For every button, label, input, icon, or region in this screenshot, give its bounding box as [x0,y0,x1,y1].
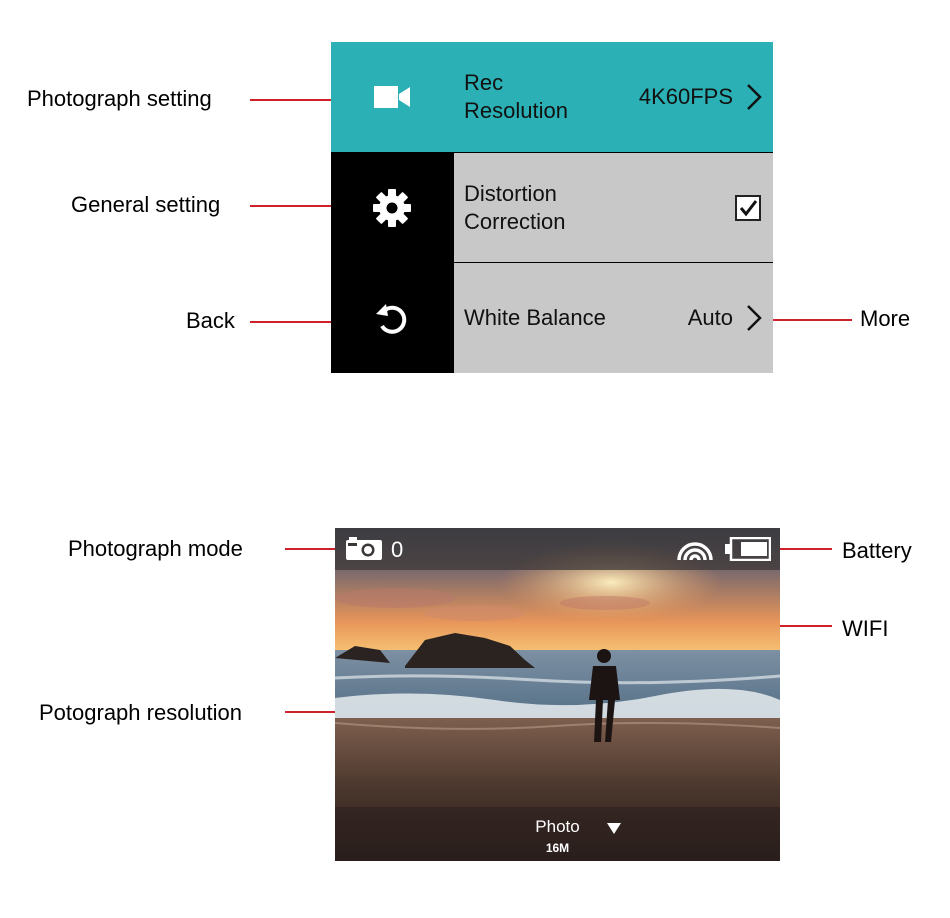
battery-icon [725,537,771,561]
resolution-bar[interactable]: Photo 16M [335,807,780,861]
white-balance-label: White Balance [464,305,606,330]
callout-photograph-mode: Photograph mode [68,536,243,561]
undo-icon [376,304,407,334]
callout-photograph-setting: Photograph setting [27,86,212,111]
wifi-icon [677,542,713,561]
settings-row-distortion-correction[interactable]: Distortion Correction [331,153,773,262]
distortion-correction-label: Distortion Correction [464,180,566,234]
callout-photograph-resolution: Potograph resolution [39,700,243,725]
callout-back: Back [186,308,235,333]
white-balance-cell[interactable]: White Balance Auto [454,263,773,373]
tab-general-setting[interactable] [331,153,453,262]
photo-resolution-mode[interactable]: Photo [335,817,780,837]
camera-preview: 0 Photo 16M [335,528,780,861]
distortion-correction-checkbox[interactable] [735,194,761,221]
video-camera-icon [374,86,410,108]
chevron-right-icon[interactable] [745,303,763,333]
chevron-right-icon[interactable] [745,82,763,112]
settings-row-rec-resolution[interactable]: Rec Resolution 4K60FPS [331,42,773,152]
rec-resolution-label: Rec Resolution [464,70,568,123]
rec-resolution-value: 4K60FPS [638,84,733,109]
white-balance-value: Auto [687,305,733,330]
distortion-correction-cell[interactable]: Distortion Correction [454,153,773,262]
dropdown-triangle-icon[interactable] [607,823,621,835]
photo-resolution-size: 16M [545,841,570,855]
checkmark-icon [739,199,758,216]
back-button[interactable] [331,263,453,373]
callout-more: More [860,306,911,331]
settings-panel: Rec Resolution 4K60FPS Distortion Correc… [331,42,773,373]
status-bar: 0 [335,528,780,570]
settings-row-white-balance[interactable]: White Balance Auto [331,263,773,373]
tab-photograph-setting[interactable] [331,42,453,152]
callout-general-setting: General setting [71,192,221,217]
photo-mode-icon [346,537,382,560]
callout-wifi: WIFI [842,616,889,641]
callout-battery: Battery [842,538,912,563]
shot-count: 0 [391,537,404,562]
gear-icon [373,188,411,227]
rec-resolution-cell[interactable]: Rec Resolution 4K60FPS [454,42,773,152]
